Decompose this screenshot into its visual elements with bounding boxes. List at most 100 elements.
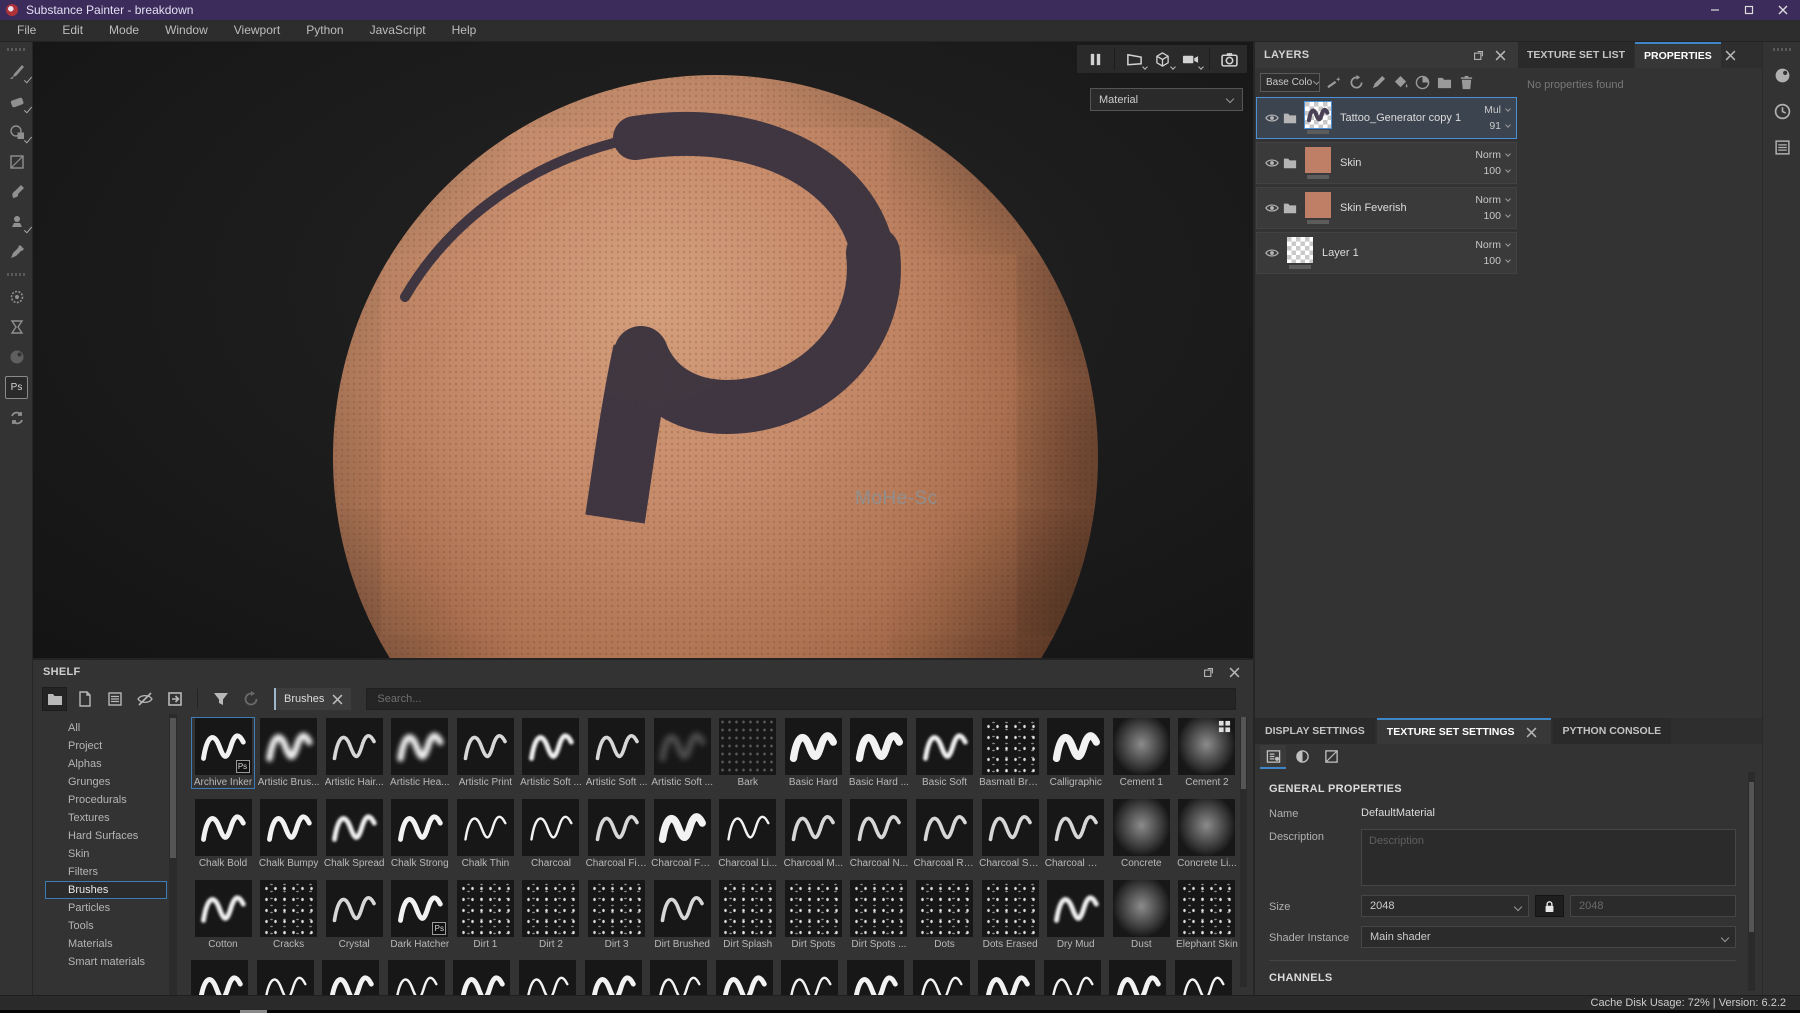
brush-item[interactable]: Ps Chalk Strong: [388, 798, 452, 870]
layer-thumbnail[interactable]: [1305, 147, 1331, 173]
add-folder-icon[interactable]: [1437, 75, 1452, 90]
brush-item[interactable]: Ps Dark Hatcher: [388, 879, 452, 951]
shelf-category-item[interactable]: Procedurals: [45, 791, 167, 809]
brush-thumbnail-partial[interactable]: [1109, 960, 1166, 995]
tab-properties[interactable]: PROPERTIES: [1635, 42, 1721, 68]
viewport-3d-canvas[interactable]: MoHe-Sc Material: [33, 42, 1253, 658]
blend-mode-select[interactable]: Norm: [1475, 194, 1510, 206]
drag-handle[interactable]: [1773, 48, 1791, 51]
brush-thumbnail-partial[interactable]: [1175, 960, 1232, 995]
brush-item[interactable]: Ps Artistic Soft ...: [585, 717, 649, 789]
layer-name[interactable]: Skin: [1340, 157, 1475, 169]
brush-thumbnail-partial[interactable]: [322, 960, 379, 995]
general-properties-icon[interactable]: [1260, 745, 1286, 769]
shelf-folder-icon[interactable]: [42, 687, 67, 711]
brush-thumbnail-partial[interactable]: [453, 960, 510, 995]
layer-drag-bar[interactable]: [1307, 130, 1329, 134]
pending-tasks-icon[interactable]: [0, 312, 33, 342]
layer-name[interactable]: Skin Feverish: [1340, 202, 1475, 214]
scrollbar-thumb[interactable]: [1749, 782, 1754, 932]
layer-drag-bar[interactable]: [1307, 175, 1329, 179]
minimize-button[interactable]: [1698, 0, 1732, 20]
shelf-category-item[interactable]: Textures: [45, 809, 167, 827]
brush-item[interactable]: Ps Charcoal Li...: [716, 798, 780, 870]
brush-item[interactable]: Ps Charcoal Str...: [978, 798, 1042, 870]
brush-thumbnail-partial[interactable]: [781, 960, 838, 995]
layer-thumbnail[interactable]: [1305, 102, 1331, 128]
brush-item[interactable]: Ps Basic Hard ...: [847, 717, 911, 789]
brush-item[interactable]: Ps Concrete: [1109, 798, 1173, 870]
brush-item[interactable]: Ps Chalk Bumpy: [257, 798, 321, 870]
brush-thumbnail-partial[interactable]: [716, 960, 773, 995]
brush-item[interactable]: Ps Cotton: [191, 879, 255, 951]
maximize-button[interactable]: [1732, 0, 1766, 20]
menu-item[interactable]: Python: [293, 20, 356, 41]
brush-item[interactable]: Ps Charcoal: [519, 798, 583, 870]
grid-view-icon[interactable]: [1218, 720, 1231, 733]
brush-item[interactable]: Ps Dirt 1: [453, 879, 517, 951]
import-list-icon[interactable]: [102, 687, 127, 711]
shading-mode-select[interactable]: Material: [1090, 88, 1243, 111]
brush-thumbnail-partial[interactable]: [913, 960, 970, 995]
brush-item[interactable]: Ps Dust: [1109, 879, 1173, 951]
brush-item[interactable]: Ps Dirt Spots ...: [847, 879, 911, 951]
scrollbar-thumb[interactable]: [170, 718, 176, 858]
brush-item[interactable]: Ps Basmati Bru...: [978, 717, 1042, 789]
brush-item[interactable]: Ps Charcoal Wi...: [1044, 798, 1108, 870]
channels-sphere-icon[interactable]: [1289, 745, 1315, 769]
layer-row[interactable]: Skin Norm 100: [1256, 142, 1517, 184]
tab-texture-set-list[interactable]: TEXTURE SET LIST: [1518, 42, 1634, 68]
menu-item[interactable]: Mode: [96, 20, 152, 41]
layer-row[interactable]: Tattoo_Generator copy 1 Mul 91: [1256, 97, 1517, 139]
filter-funnel-icon[interactable]: [208, 687, 233, 711]
brush-item[interactable]: Ps Dry Mud: [1044, 879, 1108, 951]
shelf-layout-icon[interactable]: [1199, 663, 1217, 681]
brush-thumbnail-partial[interactable]: [585, 960, 642, 995]
scrollbar-thumb[interactable]: [1241, 717, 1246, 789]
brush-item[interactable]: Ps Dirt 3: [585, 879, 649, 951]
tab-python-console[interactable]: PYTHON CONSOLE: [1553, 718, 1672, 744]
brush-thumbnail-partial[interactable]: [191, 960, 248, 995]
visibility-eye-icon[interactable]: [1263, 201, 1281, 215]
opacity-select[interactable]: 100: [1483, 255, 1510, 267]
close-button[interactable]: [1766, 0, 1800, 20]
shelf-category-item[interactable]: All: [45, 719, 167, 737]
settings-scrollbar[interactable]: [1748, 772, 1755, 991]
shelf-category-item[interactable]: Brushes: [45, 881, 167, 899]
brush-thumbnail-partial[interactable]: [847, 960, 904, 995]
menu-item[interactable]: Help: [439, 20, 490, 41]
filter-chip-brushes[interactable]: Brushes: [274, 688, 351, 710]
brush-item[interactable]: Ps Charcoal Fu...: [650, 798, 714, 870]
brush-item[interactable]: Ps Dirt Brushed: [650, 879, 714, 951]
smudge-tool[interactable]: [0, 177, 33, 207]
brush-thumbnail-partial[interactable]: [1044, 960, 1101, 995]
color-picker-tool[interactable]: [0, 237, 33, 267]
layer-name[interactable]: Tattoo_Generator copy 1: [1340, 112, 1484, 124]
channel-filter-select[interactable]: Base Colo: [1260, 73, 1320, 92]
pause-engine-button[interactable]: [1081, 47, 1109, 71]
visibility-eye-icon[interactable]: [1263, 156, 1281, 170]
brush-item[interactable]: Ps Basic Soft: [913, 717, 977, 789]
brush-item[interactable]: Ps Chalk Bold: [191, 798, 255, 870]
size-height-input[interactable]: [1570, 895, 1736, 917]
close-tab-icon[interactable]: [1523, 723, 1541, 741]
brush-thumbnail-partial[interactable]: [978, 960, 1035, 995]
delete-layer-icon[interactable]: [1459, 75, 1474, 90]
uv-settings-icon[interactable]: [1318, 745, 1344, 769]
eraser-tool[interactable]: [0, 87, 33, 117]
opacity-select[interactable]: 100: [1483, 210, 1510, 222]
sphere-mesh[interactable]: [333, 75, 1098, 658]
brush-item[interactable]: Ps Dirt Spots: [781, 879, 845, 951]
drag-handle[interactable]: [7, 48, 25, 51]
shelf-category-item[interactable]: Tools: [45, 917, 167, 935]
shelf-category-item[interactable]: Filters: [45, 863, 167, 881]
brush-item[interactable]: Ps Chalk Spread: [322, 798, 386, 870]
close-panel-icon[interactable]: [1491, 46, 1509, 64]
photoshop-plugin-icon[interactable]: Ps: [5, 376, 28, 399]
menu-item[interactable]: JavaScript: [357, 20, 439, 41]
menu-item[interactable]: Edit: [49, 20, 96, 41]
refresh-icon[interactable]: [238, 687, 263, 711]
projection-tool[interactable]: [0, 117, 33, 147]
blend-mode-select[interactable]: Norm: [1475, 149, 1510, 161]
description-textarea[interactable]: [1361, 829, 1736, 886]
